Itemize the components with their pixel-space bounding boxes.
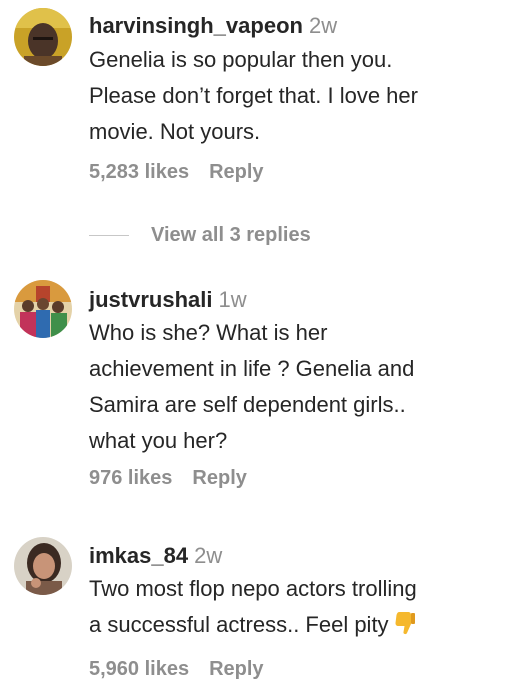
comment-text: Two most flop nepo actors trolling a suc…	[89, 571, 496, 647]
comment-text-fragment: a successful actress.. Feel pity	[89, 612, 389, 637]
comment-text-line: Two most flop nepo actors trolling	[89, 576, 417, 601]
comment-text: Genelia is so popular then you. Please d…	[89, 42, 496, 150]
comment-text-line: Who is she? What is her	[89, 320, 328, 345]
comment-text: Who is she? What is her achievement in l…	[89, 315, 496, 459]
comment-text-line: a successful actress.. Feel pity	[89, 607, 496, 647]
avatar[interactable]	[14, 8, 72, 66]
avatar[interactable]	[14, 280, 72, 338]
reply-button[interactable]: Reply	[192, 467, 246, 489]
avatar[interactable]	[14, 537, 72, 595]
likes-count[interactable]: 5,960 likes	[89, 658, 189, 680]
comment-text-line: Genelia is so popular then you.	[89, 47, 393, 72]
comment-text-line: movie. Not yours.	[89, 119, 261, 144]
username[interactable]: imkas_84	[89, 543, 188, 568]
comment-text-line: Samira are self dependent girls..	[89, 392, 406, 417]
divider	[89, 235, 129, 237]
comment-actions: 5,960 likes Reply	[89, 658, 264, 681]
timestamp: 1w	[218, 287, 247, 312]
reply-button[interactable]: Reply	[209, 161, 263, 183]
likes-count[interactable]: 976 likes	[89, 467, 172, 489]
reply-button[interactable]: Reply	[209, 658, 263, 680]
thumbs-down-icon	[395, 610, 417, 647]
comment-text-line: what you her?	[89, 428, 228, 453]
username[interactable]: justvrushali	[89, 287, 212, 312]
timestamp: 2w	[308, 13, 338, 38]
view-replies-button[interactable]: View all 3 replies	[89, 224, 311, 250]
view-replies-label: View all 3 replies	[151, 224, 311, 246]
comment-text-line: achievement in life ? Genelia and	[89, 356, 415, 381]
likes-count[interactable]: 5,283 likes	[89, 161, 189, 183]
comment-actions: 5,283 likes Reply	[89, 161, 264, 184]
timestamp: 2w	[194, 543, 223, 568]
comment-actions: 976 likes Reply	[89, 467, 247, 490]
comment-text-line: Please don’t forget that. I love her	[89, 83, 418, 108]
username[interactable]: harvinsingh_vapeon	[89, 13, 303, 38]
